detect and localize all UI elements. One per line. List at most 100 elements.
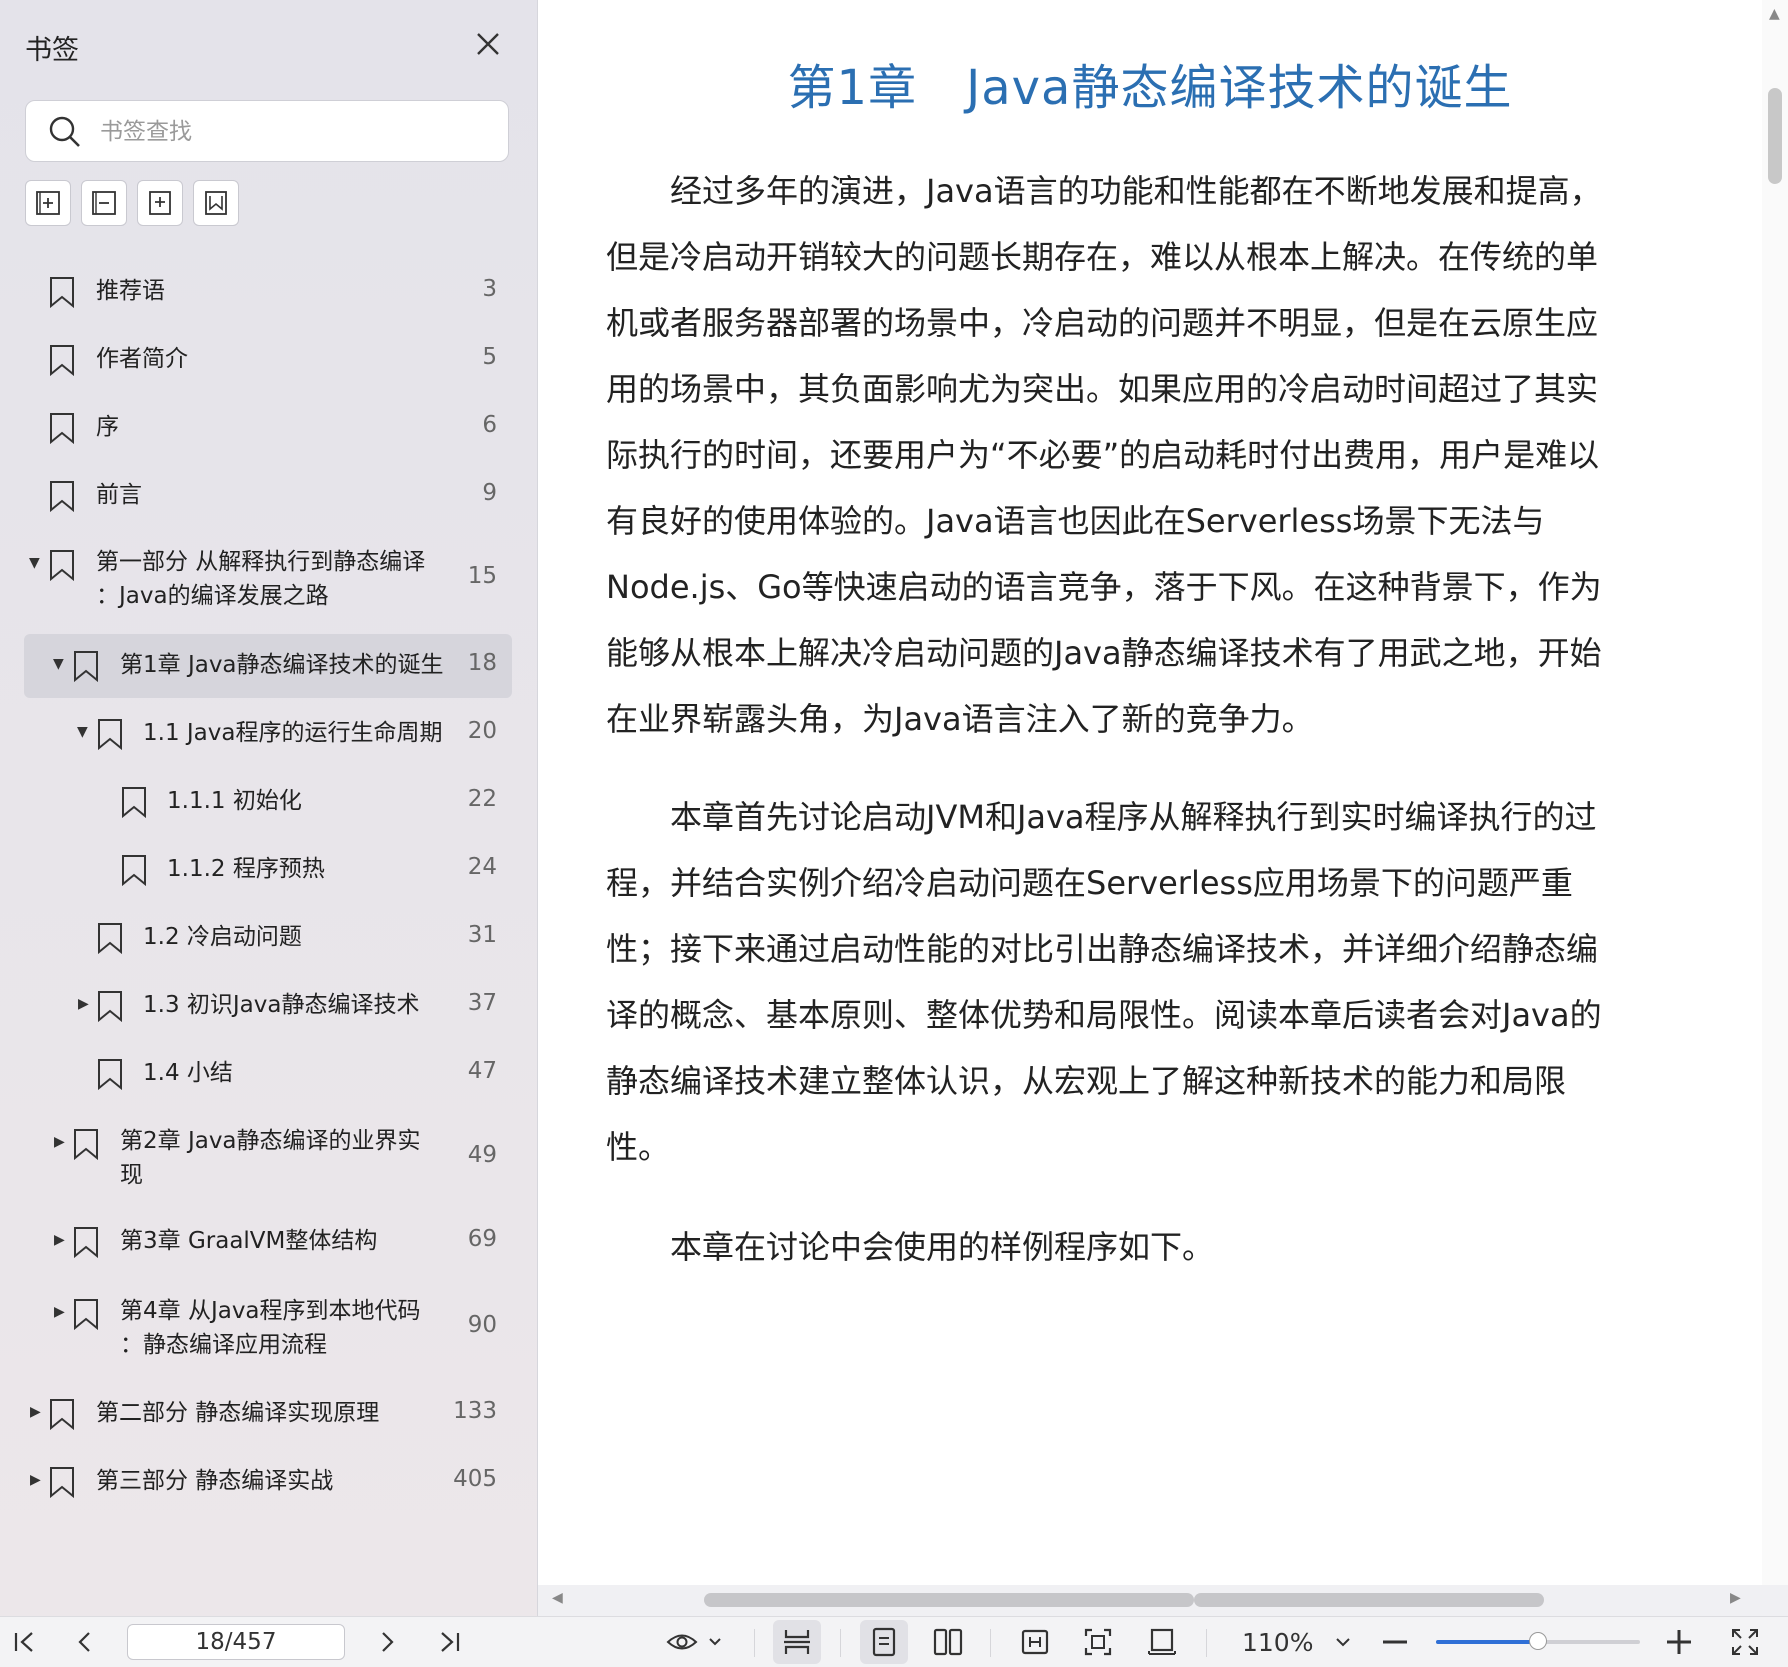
bookmark-item[interactable]: 1.4 小结 47 xyxy=(0,1054,537,1094)
paragraph: 本章首先讨论启动JVM和Java程序从解释执行到实时编译执行的过程，并结合实例介… xyxy=(606,798,1602,1166)
bookmark-search-input[interactable] xyxy=(98,111,492,153)
plus-icon xyxy=(1667,1630,1691,1654)
bookmark-label: 前言 xyxy=(96,482,142,508)
expand-triangle-icon[interactable]: ▶ xyxy=(30,1472,41,1488)
bookmark-label: 推荐语 xyxy=(96,278,165,304)
last-page-button[interactable] xyxy=(432,1625,466,1659)
bookmark-item[interactable]: ▶ 1.3 初识Java静态编译技术 37 xyxy=(0,986,537,1026)
bookmark-ribbon-button[interactable] xyxy=(193,180,239,226)
bookmark-item[interactable]: ▶ 第三部分 静态编译实战 405 xyxy=(0,1462,537,1502)
bookmark-item[interactable]: ▶ 第二部分 静态编译实现原理 133 xyxy=(0,1394,537,1434)
bookmark-item[interactable]: ▶ 第2章 Java静态编译的业界实 现 49 xyxy=(0,1124,537,1192)
bookmark-page: 3 xyxy=(482,276,497,302)
chevron-left-icon xyxy=(78,1632,90,1652)
two-page-button[interactable] xyxy=(931,1625,965,1659)
fit-width-icon xyxy=(1021,1629,1049,1655)
bookmark-item[interactable]: 推荐语 3 xyxy=(0,272,537,312)
bookmark-page: 5 xyxy=(482,344,497,370)
eye-icon xyxy=(666,1634,721,1650)
bookmark-icon xyxy=(50,550,74,581)
bookmark-icon xyxy=(122,855,146,886)
zoom-dropdown-button[interactable] xyxy=(1326,1625,1360,1659)
bookmark-icon xyxy=(98,1059,122,1090)
bookmark-page: 15 xyxy=(467,563,497,589)
document-view: 第1章 Java静态编译技术的诞生 经过多年的演进，Java语言的功能和性能都在… xyxy=(538,0,1762,1585)
single-page-button[interactable] xyxy=(867,1625,901,1659)
expand-triangle-icon[interactable]: ▶ xyxy=(54,1232,65,1248)
add-bookmark-button[interactable] xyxy=(137,180,183,226)
bookmark-item[interactable]: ▼ 1.1 Java程序的运行生命周期 20 xyxy=(0,714,537,754)
bookmark-page: 18 xyxy=(467,650,497,676)
toolbar-separator xyxy=(1206,1629,1207,1657)
bookmark-item[interactable]: 1.2 冷启动问题 31 xyxy=(0,918,537,958)
horizontal-scroll-thumb[interactable] xyxy=(704,1593,1194,1607)
bookmark-search-box[interactable] xyxy=(25,100,509,162)
bookmark-icon xyxy=(98,923,122,954)
zoom-level[interactable]: 110% xyxy=(1242,1628,1313,1657)
paragraph: 本章在讨论中会使用的样例程序如下。 xyxy=(670,1228,1215,1266)
fit-page-button[interactable] xyxy=(1081,1625,1115,1659)
continuous-scroll-button[interactable] xyxy=(780,1625,814,1659)
bookmark-label-line2: ：静态编译应用流程 xyxy=(120,1332,327,1358)
bookmark-label: 第三部分 静态编译实战 xyxy=(96,1468,334,1494)
collapse-triangle-icon[interactable]: ▼ xyxy=(29,555,40,571)
collapse-triangle-icon[interactable]: ▼ xyxy=(77,724,88,740)
vertical-scrollbar[interactable]: ▲ xyxy=(1762,0,1788,1585)
bookmark-icon xyxy=(74,1129,98,1160)
page-number-input[interactable] xyxy=(127,1624,345,1660)
close-icon[interactable] xyxy=(470,26,506,62)
expand-triangle-icon[interactable]: ▶ xyxy=(54,1134,65,1150)
zoom-out-button[interactable] xyxy=(1378,1625,1412,1659)
first-page-button[interactable] xyxy=(8,1625,42,1659)
scroll-up-arrow-icon[interactable]: ▲ xyxy=(1769,6,1780,22)
expand-triangle-icon[interactable]: ▶ xyxy=(30,1404,41,1420)
bookmark-icon xyxy=(50,277,74,308)
next-page-button[interactable] xyxy=(370,1625,404,1659)
toolbar-separator xyxy=(840,1629,841,1657)
bookmark-ribbon-icon xyxy=(205,191,227,215)
bookmark-icon xyxy=(74,1299,98,1330)
bookmark-label: 1.3 初识Java静态编译技术 xyxy=(143,992,420,1018)
scroll-right-arrow-icon[interactable]: ▶ xyxy=(1730,1590,1741,1606)
fit-width-button[interactable] xyxy=(1018,1625,1052,1659)
zoom-in-button[interactable] xyxy=(1662,1625,1696,1659)
expand-triangle-icon[interactable]: ▶ xyxy=(78,996,89,1012)
bookmark-label: 1.4 小结 xyxy=(143,1060,233,1086)
horizontal-scroll-thumb-ext[interactable] xyxy=(1194,1593,1544,1607)
expand-triangle-icon[interactable]: ▶ xyxy=(54,1304,65,1320)
bookmark-label: 第1章 Java静态编译技术的诞生 xyxy=(120,652,444,678)
vertical-scroll-thumb[interactable] xyxy=(1768,88,1782,184)
bookmark-icon xyxy=(50,1467,74,1498)
bookmark-item[interactable]: 序 6 xyxy=(0,408,537,448)
bookmark-page: 24 xyxy=(467,854,497,880)
chevron-down-icon xyxy=(1336,1638,1350,1647)
bookmark-page: 47 xyxy=(467,1058,497,1084)
bookmark-item[interactable]: 作者简介 5 xyxy=(0,340,537,380)
bookmark-label: 第4章 从Java程序到本地代码 xyxy=(120,1298,421,1324)
bookmark-icon xyxy=(50,345,74,376)
prev-page-button[interactable] xyxy=(68,1625,102,1659)
bookmark-item[interactable]: 1.1.1 初始化 22 xyxy=(0,782,537,822)
add-bookmark-icon xyxy=(149,191,171,215)
bookmark-icon xyxy=(74,651,98,682)
expand-all-button[interactable] xyxy=(25,180,71,226)
view-mode-dropdown[interactable] xyxy=(666,1625,726,1659)
zoom-slider-knob[interactable] xyxy=(1529,1632,1547,1650)
bookmark-item[interactable]: 前言 9 xyxy=(0,476,537,516)
bookmark-page: 69 xyxy=(467,1226,497,1252)
fullscreen-button[interactable] xyxy=(1728,1625,1762,1659)
scroll-left-arrow-icon[interactable]: ◀ xyxy=(552,1590,563,1606)
bookmark-item-part-1[interactable]: ▼ 第一部分 从解释执行到静态编译 ：Java的编译发展之路 15 xyxy=(0,545,537,613)
collapse-all-button[interactable] xyxy=(81,180,127,226)
bookmark-item-selected[interactable]: ▼ 第1章 Java静态编译技术的诞生 18 xyxy=(0,634,537,698)
bookmark-label: 第一部分 从解释执行到静态编译 xyxy=(96,549,426,575)
horizontal-scrollbar[interactable]: ◀ ▶ xyxy=(538,1585,1788,1616)
rotate-button[interactable] xyxy=(1145,1625,1179,1659)
bookmark-item[interactable]: ▶ 第3章 GraalVM整体结构 69 xyxy=(0,1222,537,1262)
bookmark-item[interactable]: 1.1.2 程序预热 24 xyxy=(0,850,537,890)
bookmark-page: 6 xyxy=(482,412,497,438)
bookmark-item[interactable]: ▶ 第4章 从Java程序到本地代码 ：静态编译应用流程 90 xyxy=(0,1294,537,1362)
single-page-icon xyxy=(872,1627,896,1657)
collapse-triangle-icon[interactable]: ▼ xyxy=(53,656,64,672)
bookmark-label: 1.1.1 初始化 xyxy=(167,788,302,814)
